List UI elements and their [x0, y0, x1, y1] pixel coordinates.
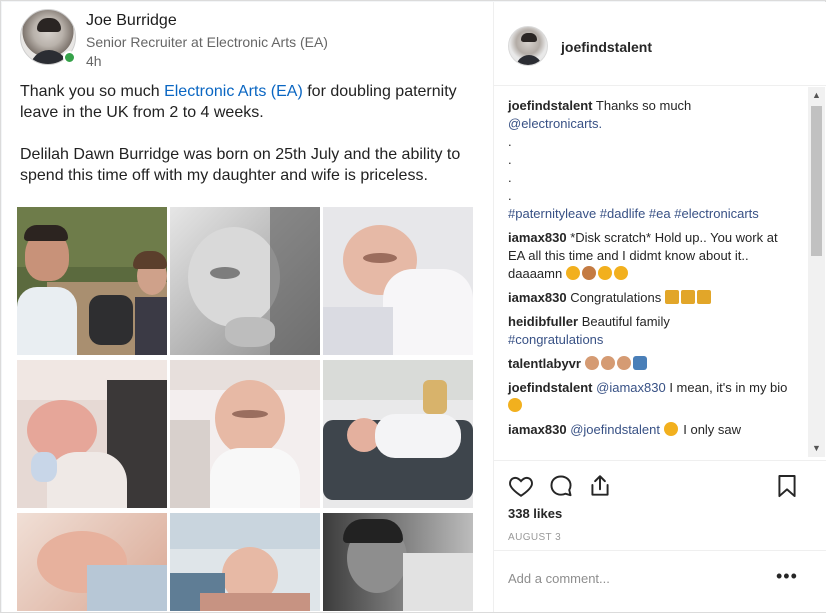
comment-item: iamax830 Congratulations — [508, 289, 788, 307]
comment-text: I only saw — [679, 422, 742, 437]
newborn-with-mother-photo[interactable] — [17, 360, 167, 508]
comment-item: iamax830 @joefindstalent I only saw — [508, 421, 788, 439]
comment-username[interactable]: heidibfuller — [508, 314, 578, 329]
comment-item: iamax830 *Disk scratch* Hold up.. You wo… — [508, 229, 788, 283]
add-comment-input[interactable] — [508, 571, 758, 586]
screenshot-frame: Joe Burridge Senior Recruiter at Electro… — [0, 0, 826, 613]
ig-username[interactable]: joefindstalent — [561, 39, 652, 55]
comment-dot: . — [508, 152, 512, 167]
comment-mention[interactable]: @iamax830 — [596, 380, 666, 395]
ig-action-bar — [494, 460, 826, 510]
comment-username[interactable]: iamax830 — [508, 230, 567, 245]
party-popper-icon — [680, 290, 695, 304]
comment-username[interactable]: talentlabyvr — [508, 356, 581, 371]
comment-username[interactable]: iamax830 — [508, 290, 567, 305]
family-selfie-photo[interactable] — [17, 207, 167, 355]
scroll-thumb[interactable] — [811, 106, 822, 256]
comment-item: joefindstalent Thanks so much @electroni… — [508, 97, 788, 223]
linkedin-post-card: Joe Burridge Senior Recruiter at Electro… — [2, 2, 493, 612]
comment-item: heidibfuller Beautiful family #congratul… — [508, 313, 788, 349]
company-link[interactable]: Electronic Arts (EA) — [164, 83, 303, 100]
comment-dot: . — [508, 170, 512, 185]
comment-mention[interactable]: @electronicarts. — [508, 116, 602, 131]
comment-dot: . — [508, 134, 512, 149]
newborn-sleeping-photo[interactable] — [17, 513, 167, 611]
ig-header: joefindstalent — [494, 2, 826, 86]
heart-icon[interactable] — [508, 473, 534, 499]
comment-mention[interactable]: @joefindstalent — [570, 422, 660, 437]
tears-of-joy-icon — [663, 422, 678, 436]
share-icon[interactable] — [587, 473, 613, 499]
author-title: Senior Recruiter at Electronic Arts (EA) — [86, 34, 328, 50]
newborn-swaddled-photo[interactable] — [323, 207, 473, 355]
comment-dot: . — [508, 188, 512, 203]
scroll-up-icon[interactable]: ▲ — [808, 87, 825, 104]
instagram-post-panel: joefindstalent joefindstalent Thanks so … — [493, 2, 826, 612]
post-date: AUGUST 3 — [508, 532, 562, 543]
comment-text: Thanks so much — [595, 98, 692, 113]
newborn-closeup-photo[interactable] — [170, 360, 320, 508]
tears-of-joy-icon — [597, 266, 612, 280]
more-options-icon[interactable]: ••• — [776, 567, 797, 587]
comments-scrollbar[interactable]: ▲ ▼ — [808, 87, 825, 457]
post-text-a: Thank you so much — [20, 83, 165, 100]
screaming-face-icon — [565, 266, 580, 280]
party-popper-icon — [696, 290, 711, 304]
clapping-hands-icon — [600, 356, 615, 370]
newborn-changing-photo[interactable] — [323, 360, 473, 508]
newborn-held-photo[interactable] — [170, 513, 320, 611]
ig-comments-list: joefindstalent Thanks so much @electroni… — [494, 87, 811, 459]
ig-avatar[interactable] — [508, 26, 548, 66]
grinning-face-icon — [508, 398, 522, 412]
author-avatar-wrap[interactable] — [20, 9, 78, 67]
comment-item: talentlabyvr — [508, 355, 788, 373]
likes-count[interactable]: 338 likes — [508, 506, 562, 521]
comment-username[interactable]: iamax830 — [508, 422, 567, 437]
tears-of-joy-icon — [613, 266, 628, 280]
comment-hashtags[interactable]: #paternityleave #dadlife #ea #electronic… — [508, 206, 759, 221]
comment-text: I mean, it's in my bio — [665, 380, 788, 395]
clapping-hands-icon — [584, 356, 599, 370]
photo-grid — [17, 207, 473, 611]
comment-username[interactable]: joefindstalent — [508, 380, 593, 395]
post-paragraph-2: Delilah Dawn Burridge was born on 25th J… — [20, 146, 461, 184]
post-time: 4h — [86, 53, 102, 69]
clapping-hands-icon — [616, 356, 631, 370]
raising-hands-icon — [632, 356, 647, 370]
comment-username[interactable]: joefindstalent — [508, 98, 593, 113]
comment-bar: ••• — [494, 550, 826, 612]
father-bw-photo[interactable] — [323, 513, 473, 611]
online-status-icon — [63, 51, 76, 64]
bookmark-icon[interactable] — [774, 473, 800, 499]
comment-text: Congratulations — [570, 290, 662, 305]
comment-item: joefindstalent @iamax830 I mean, it's in… — [508, 379, 788, 415]
newborn-bw-photo[interactable] — [170, 207, 320, 355]
post-header: Joe Burridge Senior Recruiter at Electro… — [20, 9, 480, 69]
party-popper-icon — [664, 290, 679, 304]
scroll-down-icon[interactable]: ▼ — [808, 440, 825, 457]
author-name[interactable]: Joe Burridge — [86, 12, 177, 30]
comment-hashtag[interactable]: #congratulations — [508, 332, 603, 347]
see-no-evil-monkey-icon — [581, 266, 596, 280]
comment-icon[interactable] — [548, 473, 574, 499]
post-paragraph-1: Thank you so much Electronic Arts (EA) f… — [20, 81, 482, 123]
post-body: Thank you so much Electronic Arts (EA) f… — [20, 81, 482, 207]
comment-text: Beautiful family — [581, 314, 670, 329]
